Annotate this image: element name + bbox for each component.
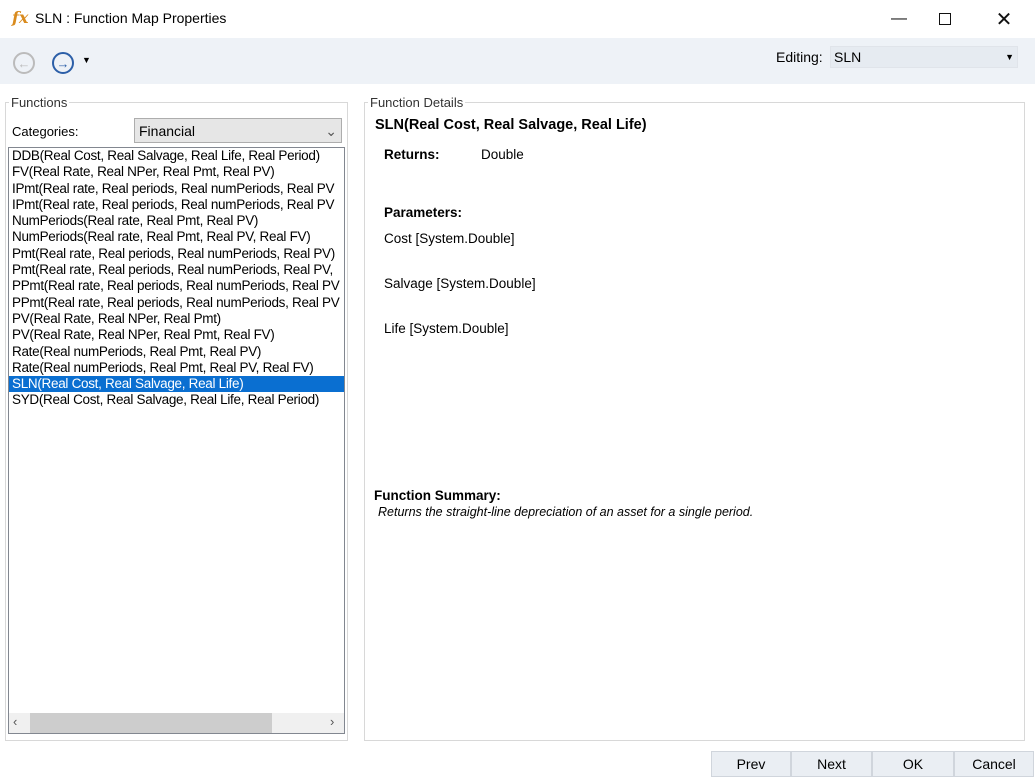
back-arrow-icon[interactable]: ←: [13, 52, 35, 74]
editing-value: SLN: [834, 49, 862, 65]
close-button[interactable]: ✕: [981, 0, 1027, 38]
function-list-item[interactable]: Pmt(Real rate, Real periods, Real numPer…: [9, 262, 344, 278]
returns-label: Returns:: [384, 147, 440, 162]
categories-label: Categories:: [12, 124, 79, 139]
forward-dropdown-icon[interactable]: ▼: [82, 55, 91, 65]
function-signature: SLN(Real Cost, Real Salvage, Real Life): [375, 117, 647, 133]
scroll-left-icon[interactable]: ‹: [13, 714, 17, 729]
ok-button[interactable]: OK: [872, 751, 954, 777]
fx-icon: fx: [12, 8, 29, 27]
function-details-title: Function Details: [368, 95, 466, 110]
function-list-item[interactable]: PPmt(Real rate, Real periods, Real numPe…: [9, 278, 344, 294]
function-list-item[interactable]: Rate(Real numPeriods, Real Pmt, Real PV): [9, 344, 344, 360]
function-list-item[interactable]: FV(Real Rate, Real NPer, Real Pmt, Real …: [9, 164, 344, 180]
editing-select[interactable]: SLN ▼: [830, 46, 1018, 68]
function-list-item[interactable]: PPmt(Real rate, Real periods, Real numPe…: [9, 295, 344, 311]
function-list-item[interactable]: NumPeriods(Real rate, Real Pmt, Real PV): [9, 213, 344, 229]
function-list-item[interactable]: IPmt(Real rate, Real periods, Real numPe…: [9, 181, 344, 197]
function-list-item[interactable]: PV(Real Rate, Real NPer, Real Pmt): [9, 311, 344, 327]
category-value: Financial: [139, 123, 196, 139]
functions-group-title: Functions: [9, 95, 70, 110]
prev-button[interactable]: Prev: [711, 751, 791, 777]
minimize-button[interactable]: —: [876, 0, 922, 38]
function-list-item[interactable]: Rate(Real numPeriods, Real Pmt, Real PV,…: [9, 360, 344, 376]
parameter-item: Salvage [System.Double]: [384, 276, 536, 291]
function-list-item[interactable]: IPmt(Real rate, Real periods, Real numPe…: [9, 197, 344, 213]
summary-label: Function Summary:: [374, 488, 501, 503]
maximize-button[interactable]: [922, 0, 968, 38]
function-list-item[interactable]: DDB(Real Cost, Real Salvage, Real Life, …: [9, 148, 344, 164]
function-list-item[interactable]: SLN(Real Cost, Real Salvage, Real Life): [9, 376, 344, 393]
function-list-item[interactable]: SYD(Real Cost, Real Salvage, Real Life, …: [9, 392, 344, 408]
categories-select[interactable]: Financial ⌄: [134, 118, 342, 143]
cancel-button[interactable]: Cancel: [954, 751, 1034, 777]
function-list-item[interactable]: Pmt(Real rate, Real periods, Real numPer…: [9, 246, 344, 262]
parameter-item: Cost [System.Double]: [384, 231, 515, 246]
chevron-down-icon: ▼: [1005, 52, 1014, 62]
function-list-item[interactable]: PV(Real Rate, Real NPer, Real Pmt, Real …: [9, 327, 344, 343]
window-title: SLN : Function Map Properties: [35, 10, 227, 26]
scroll-right-icon[interactable]: ›: [330, 714, 334, 729]
parameter-item: Life [System.Double]: [384, 321, 509, 336]
chevron-down-icon: ⌄: [325, 123, 337, 139]
editing-label: Editing:: [776, 49, 823, 65]
functions-list[interactable]: DDB(Real Cost, Real Salvage, Real Life, …: [8, 147, 345, 734]
function-details-group: [364, 102, 1025, 741]
summary-text: Returns the straight-line depreciation o…: [378, 505, 754, 519]
function-list-item[interactable]: NumPeriods(Real rate, Real Pmt, Real PV,…: [9, 229, 344, 245]
scrollbar-thumb[interactable]: [30, 713, 272, 733]
parameters-label: Parameters:: [384, 205, 463, 220]
returns-value: Double: [481, 147, 524, 162]
next-button[interactable]: Next: [791, 751, 872, 777]
forward-arrow-icon[interactable]: →: [52, 52, 74, 74]
